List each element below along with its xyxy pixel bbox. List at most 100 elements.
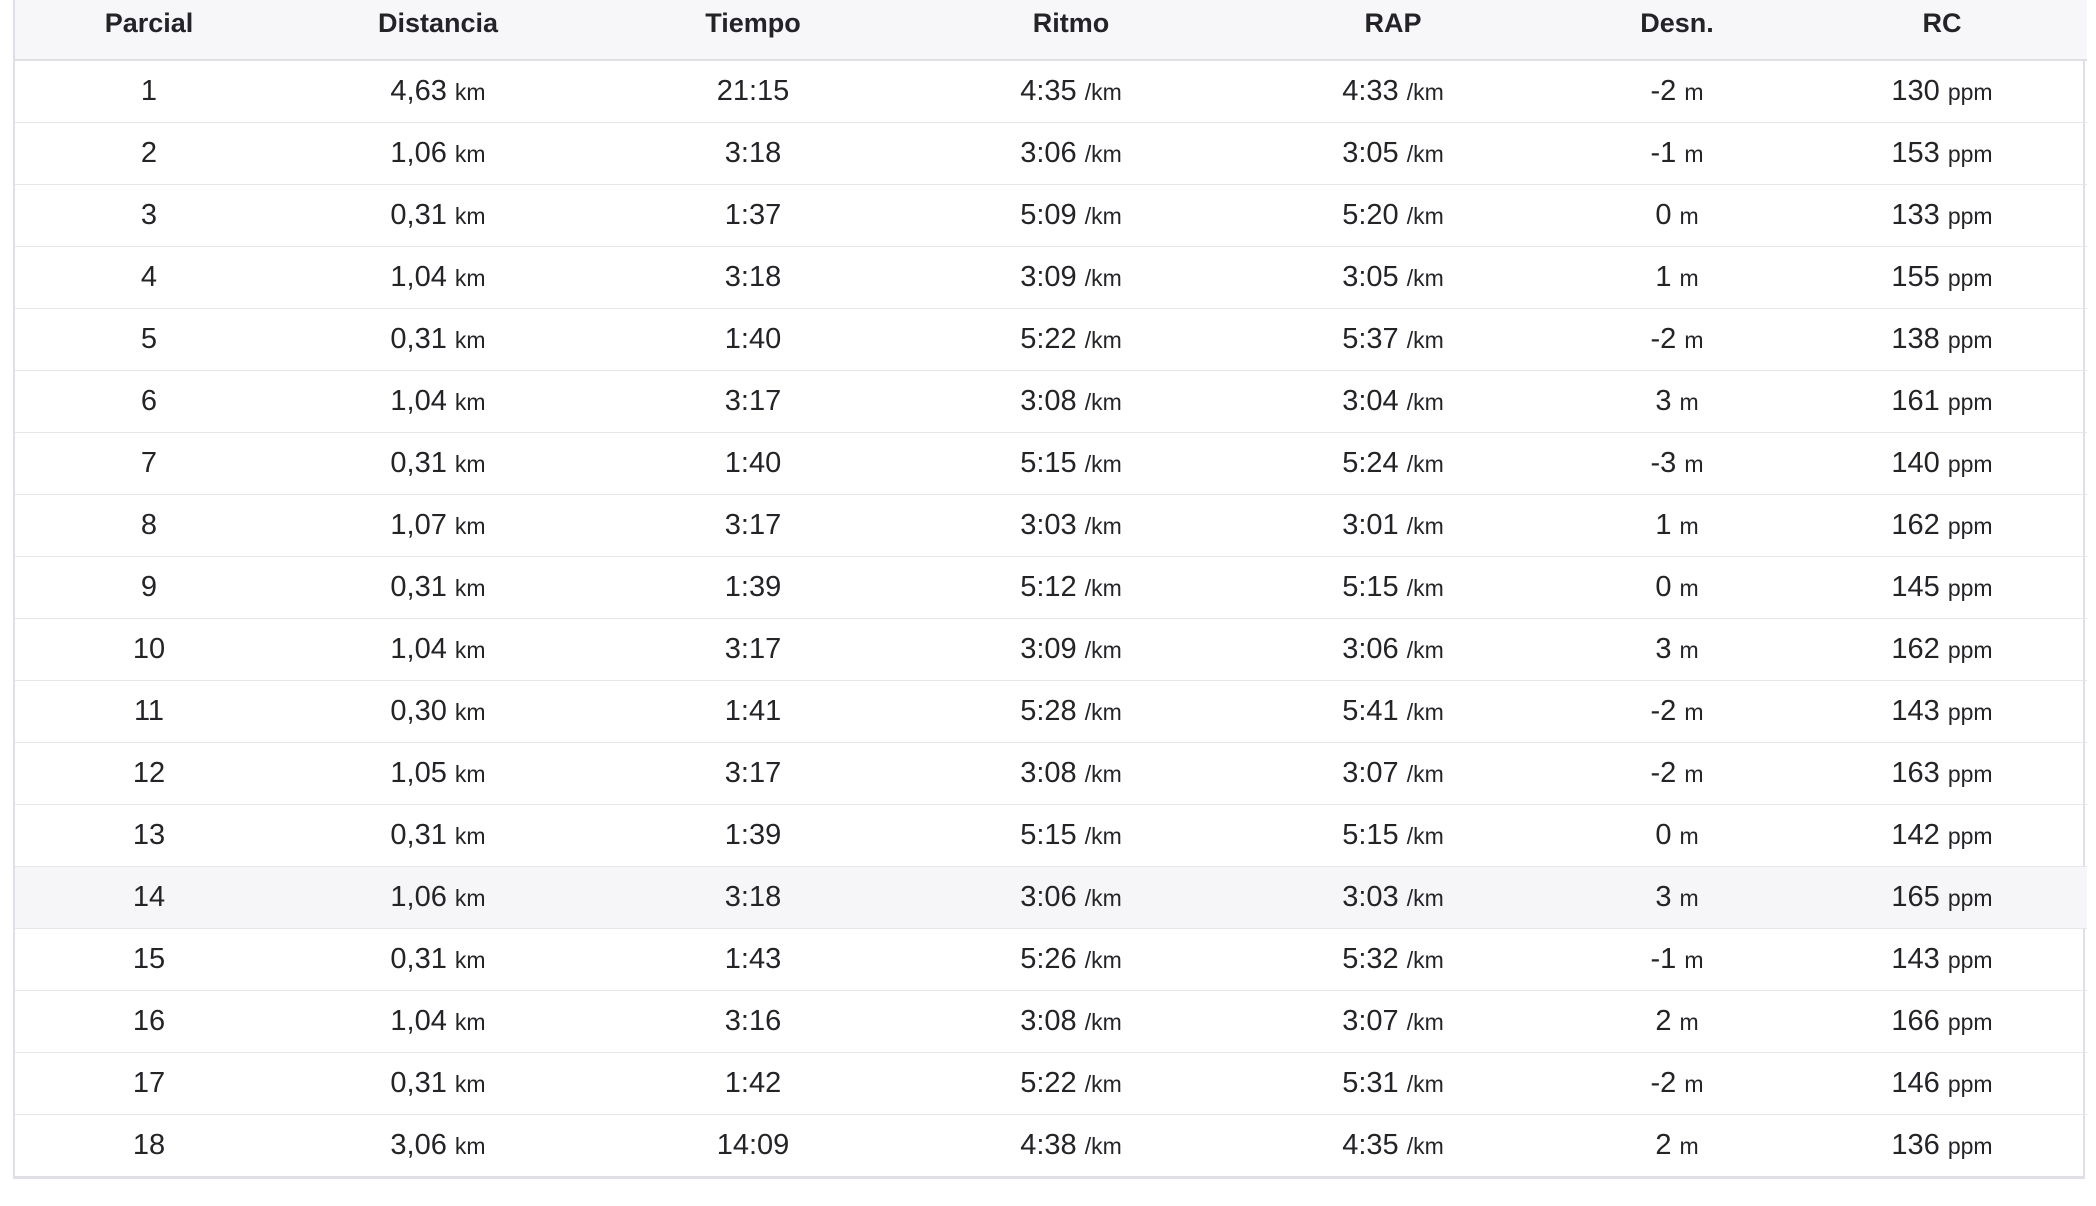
gap-cell-unit: /km xyxy=(1406,1008,1444,1035)
table-row[interactable]: 14 1,06 km 3:18 3:06 /km 3:03 /km 3 m 165 ppm xyxy=(15,866,2087,928)
pace-cell-value: 3:06 xyxy=(1020,880,1077,913)
splits-table-container: Parcial Distancia Tiempo Ritmo RAP Desn.… xyxy=(13,0,2087,1179)
split-cell-value: 12 xyxy=(132,756,166,789)
pace-cell-value: 3:06 xyxy=(1020,136,1077,169)
heart-rate-cell-value: 143 xyxy=(1891,942,1940,975)
pace-cell-unit: /km xyxy=(1084,946,1122,973)
pace-cell-value: 5:22 xyxy=(1020,1066,1077,1099)
pace-cell: 5:26 /km xyxy=(913,928,1229,990)
split-cell-value: 14 xyxy=(132,880,166,913)
table-row[interactable]: 4 1,04 km 3:18 3:09 /km 3:05 /km 1 m 155 ppm xyxy=(15,246,2087,308)
table-row[interactable]: 6 1,04 km 3:17 3:08 /km 3:04 /km 3 m 161 ppm xyxy=(15,370,2087,432)
time-cell: 1:37 xyxy=(593,184,913,246)
heart-rate-cell-unit: ppm xyxy=(1947,202,1993,229)
time-cell-value: 14:09 xyxy=(716,1128,790,1161)
time-cell: 1:41 xyxy=(593,680,913,742)
elevation-cell-unit: m xyxy=(1679,636,1699,663)
pace-cell-value: 5:12 xyxy=(1020,570,1077,603)
split-cell-value: 1 xyxy=(140,74,158,107)
elevation-cell-value: 1 xyxy=(1655,508,1672,541)
split-cell: 9 xyxy=(15,556,283,618)
elevation-cell-value: 0 xyxy=(1655,818,1672,851)
time-cell: 14:09 xyxy=(593,1114,913,1176)
elevation-cell: 3 m xyxy=(1557,618,1797,680)
elevation-cell-value: 1 xyxy=(1655,260,1672,293)
time-cell: 21:15 xyxy=(593,60,913,122)
table-row[interactable]: 17 0,31 km 1:42 5:22 /km 5:31 /km -2 m 146 ppm xyxy=(15,1052,2087,1114)
heart-rate-cell: 133 ppm xyxy=(1797,184,2087,246)
heart-rate-cell-value: 146 xyxy=(1891,1066,1940,1099)
table-row[interactable]: 11 0,30 km 1:41 5:28 /km 5:41 /km -2 m 143 ppm xyxy=(15,680,2087,742)
split-cell: 16 xyxy=(15,990,283,1052)
table-row[interactable]: 2 1,06 km 3:18 3:06 /km 3:05 /km -1 m 153 ppm xyxy=(15,122,2087,184)
split-cell-value: 18 xyxy=(132,1128,166,1161)
gap-cell-unit: /km xyxy=(1406,512,1444,539)
elevation-cell-unit: m xyxy=(1679,264,1699,291)
elevation-cell-value: -2 xyxy=(1650,694,1677,727)
table-row[interactable]: 12 1,05 km 3:17 3:08 /km 3:07 /km -2 m 163 ppm xyxy=(15,742,2087,804)
time-cell-value: 1:40 xyxy=(724,322,782,355)
distance-cell-value: 1,05 xyxy=(390,756,447,789)
gap-cell: 3:04 /km xyxy=(1229,370,1557,432)
pace-cell-unit: /km xyxy=(1084,1008,1122,1035)
pace-cell-value: 5:15 xyxy=(1020,818,1077,851)
header-heart-rate: RC xyxy=(1797,0,2087,61)
distance-cell-unit: km xyxy=(454,140,486,167)
split-cell-value: 7 xyxy=(140,446,158,479)
distance-cell-value: 0,31 xyxy=(390,818,447,851)
distance-cell-unit: km xyxy=(454,1132,486,1159)
distance-cell-unit: km xyxy=(454,884,486,911)
distance-cell: 1,04 km xyxy=(283,370,593,432)
gap-cell-value: 3:04 xyxy=(1342,384,1399,417)
pace-cell-value: 3:08 xyxy=(1020,756,1077,789)
heart-rate-cell-value: 145 xyxy=(1891,570,1940,603)
heart-rate-cell: 145 ppm xyxy=(1797,556,2087,618)
split-cell: 14 xyxy=(15,866,283,928)
gap-cell: 5:37 /km xyxy=(1229,308,1557,370)
header-row: Parcial Distancia Tiempo Ritmo RAP Desn.… xyxy=(15,0,2087,61)
table-row[interactable]: 1 4,63 km 21:15 4:35 /km 4:33 /km -2 m 130 ppm xyxy=(15,60,2087,122)
pace-cell: 3:08 /km xyxy=(913,990,1229,1052)
elevation-cell-unit: m xyxy=(1679,884,1699,911)
time-cell: 3:16 xyxy=(593,990,913,1052)
elevation-cell-unit: m xyxy=(1684,946,1704,973)
time-cell-value: 21:15 xyxy=(716,74,790,107)
pace-cell: 5:22 /km xyxy=(913,1052,1229,1114)
elevation-cell: -2 m xyxy=(1557,680,1797,742)
pace-cell-unit: /km xyxy=(1084,140,1122,167)
heart-rate-cell: 130 ppm xyxy=(1797,60,2087,122)
distance-cell: 1,07 km xyxy=(283,494,593,556)
elevation-cell: -1 m xyxy=(1557,928,1797,990)
table-row[interactable]: 13 0,31 km 1:39 5:15 /km 5:15 /km 0 m 142 ppm xyxy=(15,804,2087,866)
table-row[interactable]: 15 0,31 km 1:43 5:26 /km 5:32 /km -1 m 143 ppm xyxy=(15,928,2087,990)
split-cell-value: 13 xyxy=(132,818,166,851)
elevation-cell: -2 m xyxy=(1557,60,1797,122)
distance-cell-value: 0,31 xyxy=(390,446,447,479)
heart-rate-cell: 163 ppm xyxy=(1797,742,2087,804)
split-cell-value: 10 xyxy=(132,632,166,665)
gap-cell: 3:03 /km xyxy=(1229,866,1557,928)
time-cell: 1:42 xyxy=(593,1052,913,1114)
table-row[interactable]: 16 1,04 km 3:16 3:08 /km 3:07 /km 2 m 166 ppm xyxy=(15,990,2087,1052)
gap-cell: 5:31 /km xyxy=(1229,1052,1557,1114)
split-cell: 3 xyxy=(15,184,283,246)
elevation-cell-unit: m xyxy=(1679,1132,1699,1159)
table-row[interactable]: 10 1,04 km 3:17 3:09 /km 3:06 /km 3 m 162 ppm xyxy=(15,618,2087,680)
split-cell-value: 5 xyxy=(140,322,158,355)
table-row[interactable]: 7 0,31 km 1:40 5:15 /km 5:24 /km -3 m 140 ppm xyxy=(15,432,2087,494)
time-cell: 1:39 xyxy=(593,804,913,866)
gap-cell-unit: /km xyxy=(1406,326,1444,353)
distance-cell-value: 1,06 xyxy=(390,136,447,169)
table-row[interactable]: 18 3,06 km 14:09 4:38 /km 4:35 /km 2 m 136 ppm xyxy=(15,1114,2087,1176)
distance-cell-value: 1,04 xyxy=(390,1004,447,1037)
table-row[interactable]: 3 0,31 km 1:37 5:09 /km 5:20 /km 0 m 133 ppm xyxy=(15,184,2087,246)
table-row[interactable]: 5 0,31 km 1:40 5:22 /km 5:37 /km -2 m 138 ppm xyxy=(15,308,2087,370)
table-row[interactable]: 8 1,07 km 3:17 3:03 /km 3:01 /km 1 m 162 ppm xyxy=(15,494,2087,556)
gap-cell-unit: /km xyxy=(1406,388,1444,415)
table-row[interactable]: 9 0,31 km 1:39 5:12 /km 5:15 /km 0 m 145 ppm xyxy=(15,556,2087,618)
pace-cell: 5:28 /km xyxy=(913,680,1229,742)
distance-cell: 0,31 km xyxy=(283,1052,593,1114)
pace-cell-value: 5:26 xyxy=(1020,942,1077,975)
distance-cell-unit: km xyxy=(454,822,486,849)
heart-rate-cell: 155 ppm xyxy=(1797,246,2087,308)
